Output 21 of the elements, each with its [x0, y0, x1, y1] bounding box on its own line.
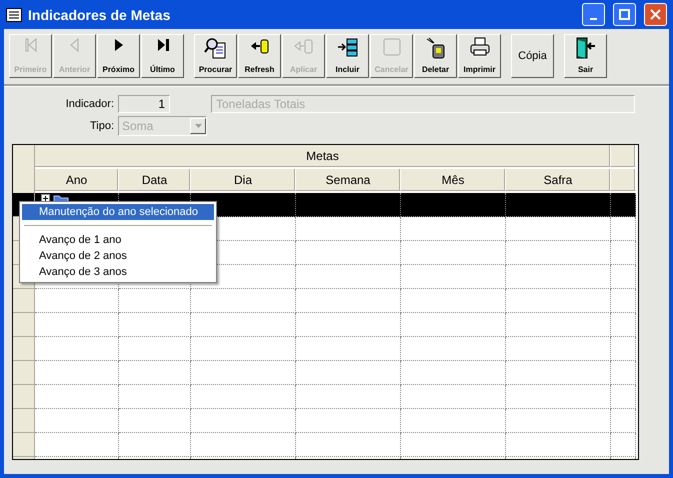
- toolbar-button[interactable]: Incluir: [326, 34, 369, 78]
- toolbar-button[interactable]: Deletar: [414, 34, 457, 78]
- toolbar-button[interactable]: Último: [141, 34, 184, 78]
- column-header[interactable]: Ano: [35, 169, 119, 191]
- toolbar-button[interactable]: Imprimir: [458, 34, 501, 78]
- column-header[interactable]: Safra: [506, 169, 611, 191]
- group-header: Metas: [35, 145, 611, 167]
- window-title: Indicadores de Metas: [28, 6, 172, 22]
- field-label: Tipo:: [88, 120, 114, 132]
- column-header[interactable]: Semana: [296, 169, 401, 191]
- field-label: Indicador:: [64, 98, 114, 110]
- toolbar-button[interactable]: Procurar: [194, 34, 237, 78]
- toolbar-button[interactable]: Cópia: [511, 34, 554, 78]
- menu-item[interactable]: Manutenção do ano selecionado: [22, 204, 214, 220]
- column-header[interactable]: Mês: [401, 169, 506, 191]
- column-header[interactable]: Data: [119, 169, 191, 191]
- toolbar-button[interactable]: Refresh: [238, 34, 281, 78]
- indicator-code-field[interactable]: 1: [118, 95, 170, 113]
- toolbar-button[interactable]: Próximo: [97, 34, 140, 78]
- toolbar-button[interactable]: Sair: [564, 34, 607, 78]
- column-header[interactable]: Dia: [191, 169, 296, 191]
